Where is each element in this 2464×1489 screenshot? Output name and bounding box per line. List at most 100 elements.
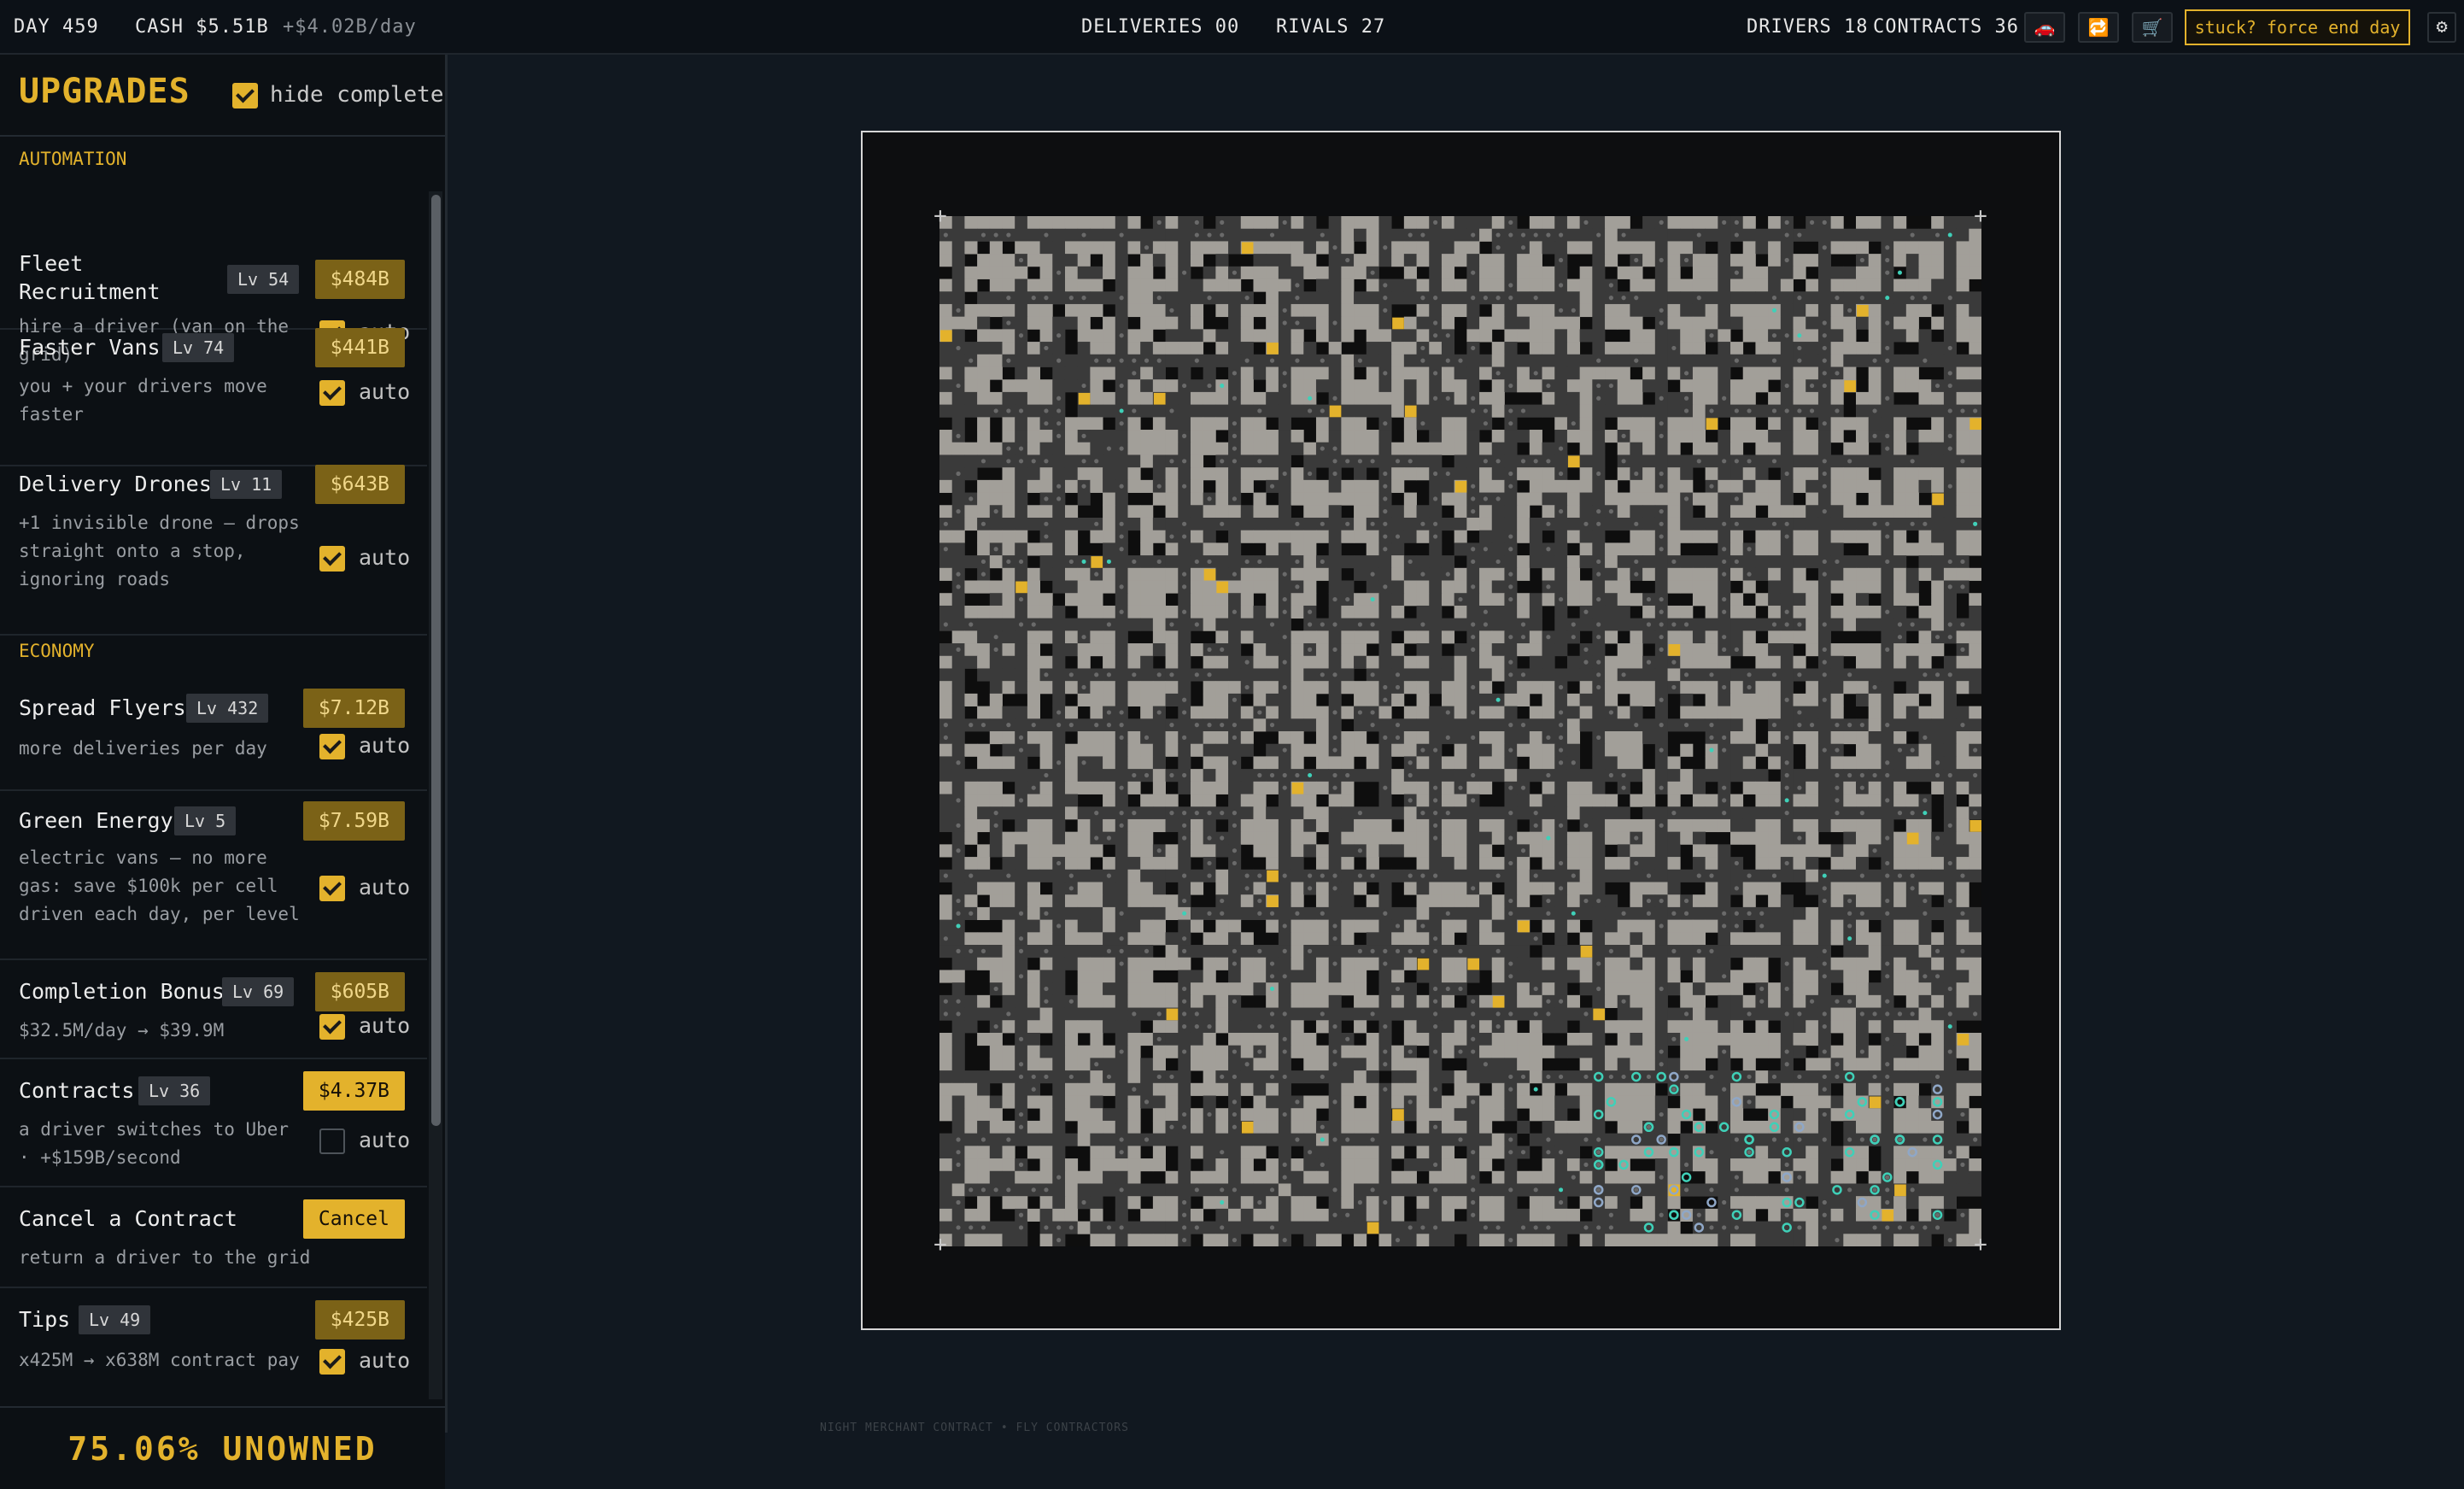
level-badge: Lv 54 <box>227 265 300 294</box>
delivery-stop <box>1969 418 1981 431</box>
corner-marker-top-left: + <box>934 203 947 229</box>
delivery-stop <box>1857 304 1869 317</box>
upgrade-name: Fleet Recruitment <box>19 251 161 304</box>
driver-marker <box>1081 559 1086 564</box>
buy-button[interactable]: $441B <box>314 328 405 367</box>
driver-marker <box>1182 911 1187 916</box>
driver-marker <box>1546 835 1551 841</box>
corner-marker-top-right: + <box>1974 203 1987 229</box>
map-cells <box>939 216 1981 1246</box>
driver-marker <box>1495 697 1501 702</box>
upgrade-completion-bonus: Completion Bonus Lv 69 $605B $32.5M/day … <box>0 960 427 1059</box>
delivery-stop <box>1932 493 1944 506</box>
auto-checkbox[interactable] <box>319 1014 345 1040</box>
driver-marker <box>1784 798 1789 803</box>
upgrade-name: Faster Vans <box>19 335 161 360</box>
auto-toggle[interactable]: auto <box>319 545 410 572</box>
auto-checkbox[interactable] <box>319 1349 345 1375</box>
level-badge: Lv 5 <box>174 806 237 835</box>
upgrade-name: Green Energy <box>19 808 173 833</box>
delivery-stop <box>1078 392 1091 405</box>
auto-checkbox[interactable] <box>319 1128 345 1154</box>
contracts-counter: CONTRACTS 36 <box>1873 16 2019 38</box>
car-button[interactable]: 🚗 <box>2024 12 2065 43</box>
delivery-stop <box>1267 870 1279 882</box>
delivery-stop <box>1241 1121 1254 1134</box>
car-icon: 🚗 <box>2034 17 2056 38</box>
buy-button[interactable]: $484B <box>314 260 405 299</box>
driver-marker <box>1220 1200 1225 1205</box>
buy-button[interactable]: $7.59B <box>302 801 405 841</box>
auto-checkbox[interactable] <box>319 380 345 406</box>
gear-icon: ⚙ <box>2436 16 2448 38</box>
upgrade-description: you + your drivers move faster <box>19 376 267 425</box>
auto-toggle[interactable]: auto <box>319 1348 410 1375</box>
auto-checkbox[interactable] <box>319 734 345 759</box>
cart-button[interactable]: 🛒 <box>2132 12 2173 43</box>
auto-toggle[interactable]: auto <box>319 1013 410 1040</box>
driver-marker <box>1973 521 1978 526</box>
refresh-button[interactable]: 🔁 <box>2078 12 2119 43</box>
settings-button[interactable]: ⚙ <box>2427 12 2456 43</box>
refresh-icon: 🔁 <box>2087 17 2110 38</box>
upgrade-spread-flyers: Spread Flyers Lv 432 $7.12B more deliver… <box>0 682 427 791</box>
delivery-stop <box>1091 556 1103 568</box>
auto-toggle[interactable]: auto <box>319 379 410 406</box>
buy-button[interactable]: $4.37B <box>302 1071 405 1111</box>
upgrade-description: a driver switches to Uber · +$159B/secon… <box>19 1119 290 1168</box>
delivery-stop <box>1153 392 1166 405</box>
delivery-stop <box>1969 819 1981 832</box>
driver-marker <box>1559 1187 1564 1193</box>
delivery-stop <box>1417 958 1430 970</box>
deliveries-counter: DELIVERIES 00 <box>1081 16 1240 38</box>
auto-label: auto <box>359 875 411 900</box>
buy-button[interactable]: $7.12B <box>302 689 405 728</box>
upgrade-name: Cancel a Contract <box>19 1206 237 1231</box>
buy-button[interactable]: $605B <box>314 972 405 1011</box>
auto-checkbox[interactable] <box>319 546 345 572</box>
delivery-stop <box>1492 995 1505 1008</box>
delivery-stop <box>1203 568 1216 581</box>
delivery-stop <box>1844 380 1857 392</box>
driver-marker <box>1885 296 1890 301</box>
driver-marker <box>1106 559 1111 564</box>
upgrade-green-energy: Green Energy Lv 5 $7.59B electric vans —… <box>0 791 427 960</box>
auto-toggle[interactable]: auto <box>319 875 410 901</box>
delivery-stop <box>1392 1109 1404 1121</box>
upgrade-name: Contracts <box>19 1078 135 1103</box>
delivery-stop <box>1668 644 1681 656</box>
upgrade-name: Spread Flyers <box>19 695 186 720</box>
delivery-stop <box>1894 1184 1906 1197</box>
delivery-stop <box>1906 832 1919 845</box>
level-badge: Lv 11 <box>210 470 283 499</box>
auto-label: auto <box>359 733 411 758</box>
auto-toggle[interactable]: auto <box>319 733 410 759</box>
drivers-counter: DRIVERS 18 <box>1747 16 1869 38</box>
driver-marker <box>1797 333 1802 338</box>
upgrade-name: Tips <box>19 1307 71 1332</box>
delivery-stop <box>1166 1008 1179 1021</box>
force-end-day-button[interactable]: stuck? force end day <box>2185 9 2410 45</box>
delivery-stop <box>1882 1209 1894 1222</box>
buy-button[interactable]: $425B <box>314 1300 405 1340</box>
hide-complete-checkbox[interactable] <box>232 82 258 108</box>
hide-complete-toggle[interactable]: hide complete <box>232 82 444 108</box>
driver-marker <box>1847 936 1852 941</box>
auto-checkbox[interactable] <box>319 876 345 901</box>
buy-button[interactable]: $643B <box>314 465 405 504</box>
delivery-stop <box>940 330 952 343</box>
driver-marker <box>1119 408 1124 413</box>
delivery-stop <box>1015 581 1027 594</box>
sidebar-scrollbar-thumb[interactable] <box>431 195 441 1126</box>
city-grid-map[interactable] <box>939 216 1981 1246</box>
delivery-stop <box>1518 920 1530 933</box>
driver-marker <box>1709 747 1714 753</box>
upgrade-list: AUTOMATION Fleet Recruitment Lv 54 $484B… <box>0 135 445 1406</box>
cash-readout: CASH $5.51B <box>135 16 269 38</box>
delivery-stop <box>1567 455 1580 468</box>
auto-toggle[interactable]: auto <box>319 1128 410 1154</box>
delivery-stop <box>1291 782 1304 794</box>
auto-label: auto <box>359 1128 411 1152</box>
delivery-stop <box>1580 946 1593 958</box>
cancel-contract-button[interactable]: Cancel <box>302 1199 405 1239</box>
